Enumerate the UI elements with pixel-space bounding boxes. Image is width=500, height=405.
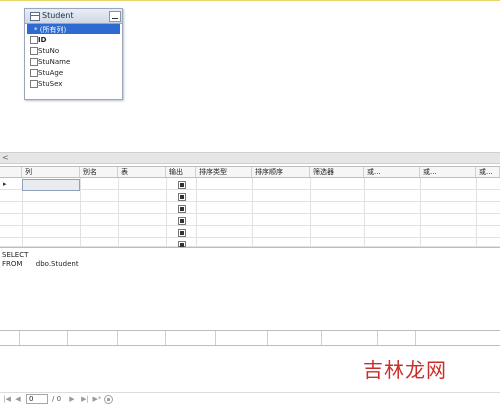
prev-record-icon[interactable]: ◀	[14, 395, 22, 403]
column-label: StuAge	[38, 69, 64, 77]
grid-header-alias[interactable]: 别名	[80, 167, 118, 178]
criteria-grid[interactable]: 列 别名 表 输出 排序类型 排序顺序 筛选器 或... 或... 或... ▸	[0, 166, 500, 247]
grid-row[interactable]	[0, 226, 500, 238]
column-stuno[interactable]: StuNo	[27, 46, 120, 56]
stop-icon[interactable]	[104, 395, 113, 404]
diagram-hscrollbar[interactable]: <	[0, 152, 500, 164]
results-cell[interactable]	[166, 331, 216, 345]
output-checkbox[interactable]	[178, 229, 186, 237]
column-stusex[interactable]: StuSex	[27, 79, 120, 89]
output-checkbox[interactable]	[178, 193, 186, 201]
sql-select-line: SELECT	[2, 251, 29, 259]
results-cell[interactable]	[68, 331, 118, 345]
column-checkbox[interactable]	[30, 58, 38, 66]
results-cell[interactable]	[216, 331, 268, 345]
sql-from-line: FROM dbo.Student	[2, 260, 79, 268]
scroll-left-icon[interactable]: <	[2, 154, 10, 162]
column-checkbox[interactable]	[30, 36, 38, 44]
column-label: StuSex	[38, 80, 63, 88]
column-label: StuNo	[38, 47, 60, 55]
grid-divider	[252, 178, 253, 247]
grid-header-filter[interactable]: 筛选器	[310, 167, 364, 178]
grid-header-column[interactable]: 列	[22, 167, 80, 178]
grid-divider	[476, 178, 477, 247]
column-checkbox[interactable]	[30, 69, 38, 77]
student-table-box[interactable]: Student * (所有列) ID StuNo StuName StuAge …	[24, 8, 123, 100]
grid-header-sort-order[interactable]: 排序顺序	[252, 167, 310, 178]
first-record-icon[interactable]: |◀	[3, 395, 11, 403]
record-navigator: |◀ ◀ 0 / 0 ▶ ▶| ▶*	[0, 392, 500, 405]
grid-divider	[80, 178, 81, 247]
output-checkbox[interactable]	[178, 181, 186, 189]
column-id[interactable]: ID	[27, 35, 120, 45]
new-record-icon[interactable]: ▶*	[92, 395, 102, 403]
results-cell[interactable]	[118, 331, 166, 345]
next-record-icon[interactable]: ▶	[68, 395, 76, 403]
grid-header-or-2[interactable]: 或...	[420, 167, 476, 178]
page-count: / 0	[52, 395, 62, 403]
grid-divider	[310, 178, 311, 247]
grid-row[interactable]	[0, 190, 500, 202]
grid-header-or-3[interactable]: 或...	[476, 167, 500, 178]
column-checkbox[interactable]	[30, 80, 38, 88]
diagram-pane[interactable]: Student * (所有列) ID StuNo StuName StuAge …	[0, 0, 500, 151]
column-all[interactable]: * (所有列)	[27, 24, 120, 34]
grid-divider	[364, 178, 365, 247]
row-header-corner	[0, 167, 22, 178]
grid-row[interactable]	[0, 238, 500, 247]
results-cell[interactable]	[268, 331, 322, 345]
grid-header-sort-type[interactable]: 排序类型	[196, 167, 252, 178]
output-checkbox[interactable]	[178, 217, 186, 225]
results-cell[interactable]	[322, 331, 378, 345]
results-cell[interactable]	[20, 331, 68, 345]
table-title-bar[interactable]: Student	[25, 9, 122, 24]
grid-row[interactable]	[0, 202, 500, 214]
results-grid[interactable]	[0, 330, 500, 346]
column-stuage[interactable]: StuAge	[27, 68, 120, 78]
output-checkbox[interactable]	[178, 205, 186, 213]
last-record-icon[interactable]: ▶|	[80, 395, 90, 403]
minimize-button[interactable]	[109, 11, 121, 22]
column-label: * (所有列)	[34, 26, 67, 34]
column-label: ID	[38, 36, 47, 44]
grid-header-table[interactable]: 表	[118, 167, 166, 178]
grid-divider	[420, 178, 421, 247]
grid-header-or-1[interactable]: 或...	[364, 167, 420, 178]
grid-divider	[196, 178, 197, 247]
sql-pane[interactable]: SELECT FROM dbo.Student	[0, 247, 500, 328]
column-checkbox[interactable]	[30, 47, 38, 55]
grid-row[interactable]	[0, 214, 500, 226]
column-label: StuName	[38, 58, 71, 66]
current-row-marker-icon: ▸	[3, 180, 7, 188]
results-cell[interactable]	[0, 331, 20, 345]
table-icon	[30, 12, 40, 21]
grid-divider	[118, 178, 119, 247]
column-cell-active[interactable]	[22, 179, 80, 191]
table-name: Student	[42, 11, 74, 20]
site-watermark: 吉林龙网	[363, 358, 447, 382]
grid-divider	[166, 178, 167, 247]
results-cell[interactable]	[378, 331, 416, 345]
page-input[interactable]: 0	[26, 394, 48, 404]
grid-header-output[interactable]: 输出	[166, 167, 196, 178]
column-stuname[interactable]: StuName	[27, 57, 120, 67]
